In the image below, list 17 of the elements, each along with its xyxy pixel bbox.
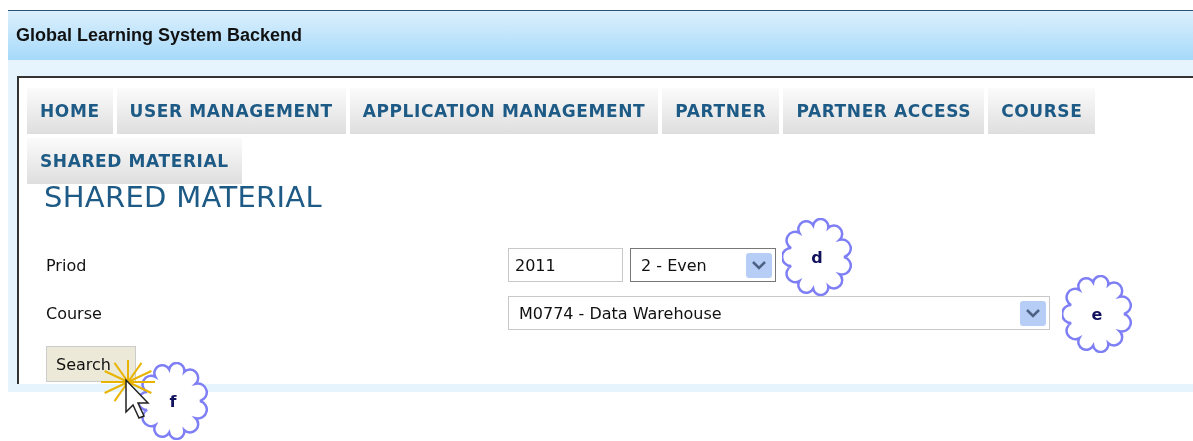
callout-cloud: e xyxy=(1062,275,1132,353)
field-label: Course xyxy=(46,303,103,323)
search-button[interactable]: Search xyxy=(46,346,136,382)
nav-tab[interactable]: HOME xyxy=(27,88,113,134)
field-label: Priod xyxy=(46,255,88,275)
nav-tab[interactable]: COURSE xyxy=(988,88,1096,134)
callout-cloud: f xyxy=(138,362,208,440)
year-field[interactable]: 2011 xyxy=(508,248,623,282)
nav-tab[interactable]: PARTNER ACCESS xyxy=(783,88,985,134)
nav-tab[interactable]: USER MANAGEMENT xyxy=(116,88,346,134)
nav-tab[interactable]: APPLICATION MANAGEMENT xyxy=(349,88,659,134)
course-dropdown[interactable]: M0774 - Data Warehouse xyxy=(508,296,1050,330)
nav-tab[interactable]: PARTNER xyxy=(662,88,780,134)
semester-dropdown[interactable]: 2 - Even xyxy=(630,248,776,282)
callout-cloud: d xyxy=(782,218,852,296)
window-title: Global Learning System Backend xyxy=(16,25,303,46)
nav-tab[interactable]: SHARED MATERIAL xyxy=(27,138,242,184)
